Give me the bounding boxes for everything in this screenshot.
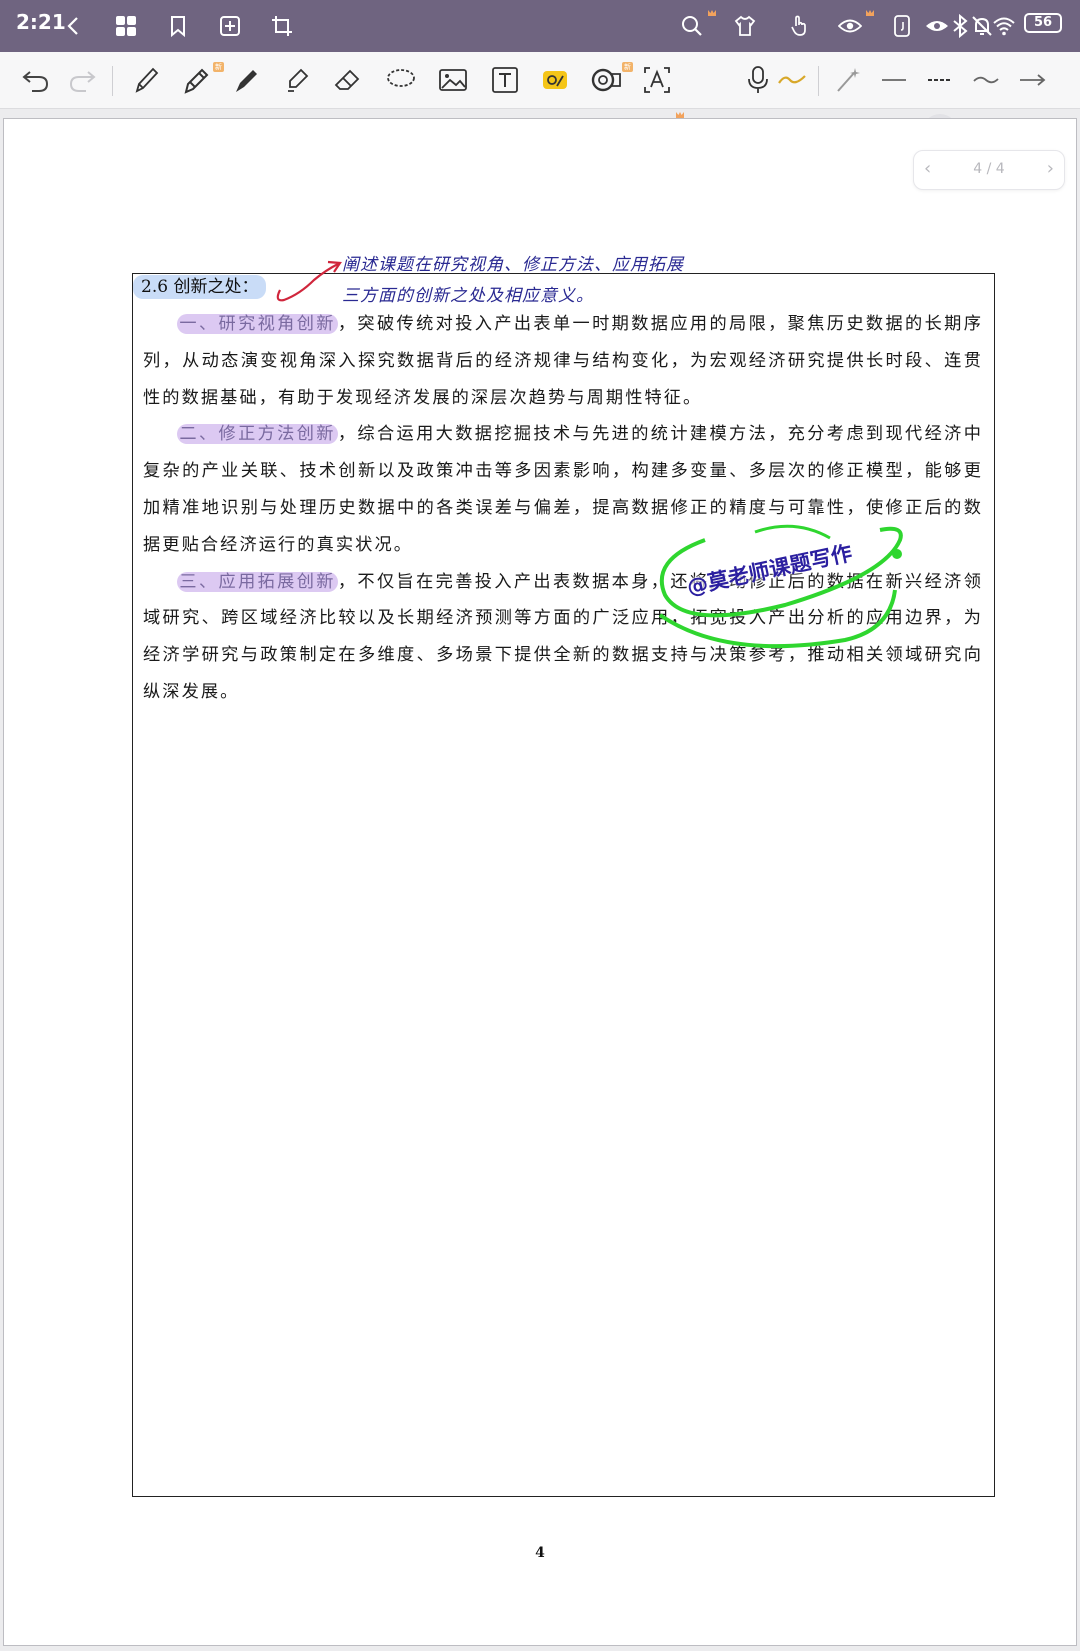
laser-pointer-icon[interactable]	[832, 64, 864, 96]
paragraph-research-perspective: 一、研究视角创新 ，突破传统对投入产出表单一时期数据应用的局限，聚焦历史数据的长期…	[143, 306, 983, 416]
tape-badge: 新	[622, 62, 633, 72]
line-solid-icon[interactable]	[878, 64, 910, 96]
toolbar-divider	[112, 66, 113, 96]
highlighter-icon[interactable]	[281, 64, 313, 96]
search-icon[interactable]	[680, 14, 704, 38]
pencil-icon[interactable]	[131, 64, 163, 96]
grid-view-icon[interactable]	[114, 14, 138, 38]
eye-status-icon	[925, 14, 948, 38]
section-heading: 2.6 创新之处：	[133, 275, 267, 299]
eraser-icon[interactable]	[332, 64, 364, 96]
handwritten-note-line: 三方面的创新之处及相应意义。	[342, 286, 594, 306]
line-dashed-icon[interactable]	[924, 64, 956, 96]
premium-crown-icon	[866, 10, 874, 16]
pen-badge: 新	[213, 62, 224, 72]
view-eye-icon[interactable]	[837, 14, 863, 38]
page-indicator: 4 / 4	[973, 161, 1005, 177]
microphone-icon[interactable]	[742, 64, 774, 96]
crop-icon[interactable]	[270, 14, 294, 38]
clock: 2:21	[16, 10, 66, 34]
premium-crown-icon	[708, 10, 716, 16]
curve-stroke-icon[interactable]	[776, 64, 808, 96]
wifi-icon	[992, 14, 1015, 38]
arrow-line-icon[interactable]	[1016, 64, 1048, 96]
undo-icon[interactable]	[20, 64, 52, 96]
page-navigator: ‹ 4 / 4 ›	[913, 150, 1065, 190]
handwritten-note-line: 阐述课题在研究视角、修正方法、应用拓展	[342, 255, 684, 275]
highlighted-label: 二、修正方法创新	[177, 424, 338, 445]
bluetooth-icon	[948, 13, 968, 39]
back-chevron-icon[interactable]	[62, 14, 86, 38]
fountain-pen-icon[interactable]	[231, 64, 263, 96]
redo-icon[interactable]	[66, 64, 98, 96]
text-box-icon[interactable]	[489, 64, 521, 96]
theme-shirt-icon[interactable]	[733, 14, 757, 38]
page-number: 4	[535, 1545, 545, 1561]
pen-icon[interactable]	[181, 64, 213, 96]
status-bar: 2:21 56	[0, 0, 1080, 52]
line-wavy-icon[interactable]	[970, 64, 1002, 96]
next-page-button[interactable]: ›	[1047, 158, 1054, 179]
bookmark-icon[interactable]	[166, 14, 190, 38]
add-page-icon[interactable]	[218, 14, 242, 38]
touch-hand-icon[interactable]	[787, 14, 811, 38]
highlighted-label: 一、研究视角创新	[177, 314, 338, 334]
lasso-icon[interactable]	[385, 64, 417, 96]
device-link-icon[interactable]	[890, 14, 914, 38]
drawing-toolbar: 新 新 AI	[0, 52, 1080, 150]
toolbar-divider	[818, 66, 819, 96]
tape-icon[interactable]	[590, 64, 622, 96]
image-icon[interactable]	[437, 64, 469, 96]
battery-level: 56	[1024, 13, 1062, 33]
sticker-icon[interactable]	[539, 64, 571, 96]
highlighted-label: 三、应用拓展创新	[177, 571, 338, 592]
text-recognition-icon[interactable]	[641, 64, 673, 96]
mute-bell-icon	[970, 14, 992, 38]
watermark-scribble-icon	[658, 524, 903, 649]
